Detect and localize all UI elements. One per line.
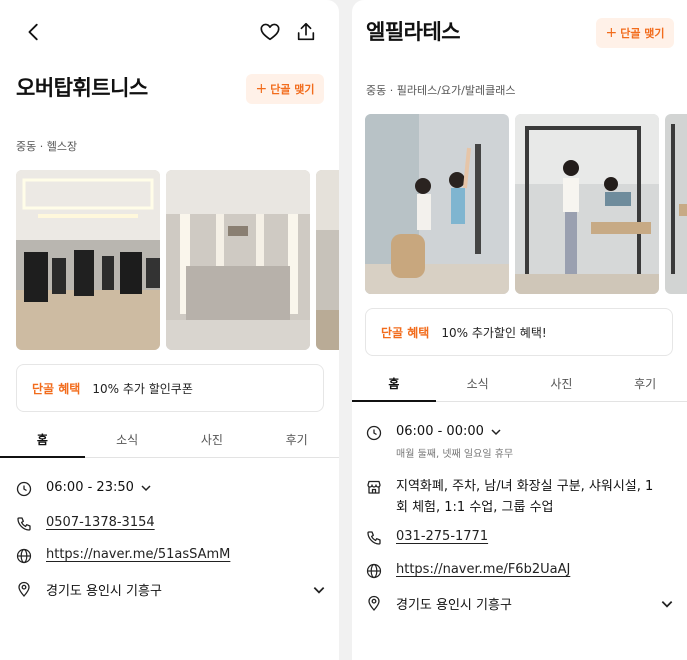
tab-photos[interactable]: 사진 bbox=[170, 426, 255, 457]
chevron-down-icon[interactable] bbox=[312, 583, 326, 597]
pilates-photo[interactable] bbox=[365, 114, 509, 294]
phone-row[interactable]: 0507-1378-3154 bbox=[16, 515, 155, 532]
reformer-photo[interactable] bbox=[515, 114, 659, 294]
tab-reviews[interactable]: 후기 bbox=[603, 370, 687, 401]
globe-icon bbox=[16, 548, 32, 564]
interior-photo[interactable] bbox=[316, 170, 339, 350]
heart-icon[interactable] bbox=[256, 18, 284, 46]
website-row[interactable]: https://naver.me/F6b2UaAJ bbox=[366, 562, 570, 579]
website-link[interactable]: https://naver.me/51asSAmM bbox=[46, 547, 230, 562]
website-row[interactable]: https://naver.me/51asSAmM bbox=[16, 547, 230, 564]
place-category: 중동 · 필라테스/요가/발레클래스 bbox=[366, 84, 516, 97]
chevron-down-icon[interactable] bbox=[660, 597, 674, 611]
amenities-row: 지역화폐, 주차, 남/녀 화장실 구분, 샤워시설, 1 회 체험, 1:1 … bbox=[366, 476, 653, 518]
address-row[interactable]: 경기도 용인시 기흥구 bbox=[366, 594, 674, 613]
lobby-photo[interactable] bbox=[166, 170, 310, 350]
location-pin-icon bbox=[16, 581, 32, 597]
tab-news[interactable]: 소식 bbox=[85, 426, 170, 457]
chevron-down-icon[interactable] bbox=[490, 426, 502, 438]
studio-photo[interactable] bbox=[665, 114, 687, 294]
chevron-down-icon[interactable] bbox=[140, 482, 152, 494]
regular-customer-button[interactable]: + 단골 맺기 bbox=[246, 74, 324, 104]
gym-photo[interactable] bbox=[16, 170, 160, 350]
place-title: 엘필라테스 bbox=[366, 20, 461, 44]
place-card-overtop: 오버탑휘트니스 + 단골 맺기 중동 · 헬스장 단골 혜택 10% 추가 할인… bbox=[0, 0, 339, 660]
hours-text: 06:00 - 23:50 bbox=[46, 480, 134, 495]
photo-strip[interactable] bbox=[365, 114, 687, 294]
amenities-line-2: 회 체험, 1:1 수업, 그룹 수업 bbox=[396, 500, 554, 515]
hours-text: 06:00 - 00:00 bbox=[396, 424, 484, 439]
phone-row[interactable]: 031-275-1771 bbox=[366, 529, 488, 546]
back-icon[interactable] bbox=[20, 18, 48, 46]
globe-icon bbox=[366, 563, 382, 579]
place-card-elpilates: 엘필라테스 + 단골 맺기 중동 · 필라테스/요가/발레클래스 단골 혜택 1… bbox=[352, 0, 687, 660]
clock-icon bbox=[366, 425, 382, 441]
amenities-line-1: 지역화폐, 주차, 남/녀 화장실 구분, 샤워시설, 1 bbox=[396, 479, 654, 494]
phone-icon bbox=[366, 530, 382, 546]
plus-icon: + bbox=[605, 25, 618, 41]
tab-bar: 홈 소식 사진 후기 bbox=[352, 370, 687, 402]
photo-strip[interactable] bbox=[16, 170, 339, 350]
hours-note: 매월 둘째, 넷째 일요일 휴무 bbox=[396, 449, 514, 460]
hours-row[interactable]: 06:00 - 23:50 bbox=[16, 480, 152, 497]
tab-news[interactable]: 소식 bbox=[436, 370, 520, 401]
location-pin-icon bbox=[366, 595, 382, 611]
tab-home[interactable]: 홈 bbox=[352, 370, 436, 402]
plus-icon: + bbox=[255, 81, 268, 97]
regular-customer-button[interactable]: + 단골 맺기 bbox=[596, 18, 674, 48]
store-icon bbox=[366, 479, 382, 495]
phone-link[interactable]: 0507-1378-3154 bbox=[46, 515, 155, 530]
address-row[interactable]: 경기도 용인시 기흥구 bbox=[16, 580, 326, 599]
address-text: 경기도 용인시 기흥구 bbox=[46, 584, 162, 599]
regular-benefit-box[interactable]: 단골 혜택 10% 추가할인 혜택! bbox=[365, 308, 673, 356]
benefit-text: 10% 추가 할인쿠폰 bbox=[92, 381, 193, 396]
tab-home[interactable]: 홈 bbox=[0, 426, 85, 458]
tab-photos[interactable]: 사진 bbox=[520, 370, 604, 401]
benefit-label: 단골 혜택 bbox=[381, 325, 430, 340]
place-category: 중동 · 헬스장 bbox=[16, 140, 78, 153]
phone-link[interactable]: 031-275-1771 bbox=[396, 529, 488, 544]
regular-button-label: 단골 맺기 bbox=[270, 83, 315, 96]
regular-button-label: 단골 맺기 bbox=[620, 27, 665, 40]
regular-benefit-box[interactable]: 단골 혜택 10% 추가 할인쿠폰 bbox=[16, 364, 324, 412]
website-link[interactable]: https://naver.me/F6b2UaAJ bbox=[396, 562, 570, 577]
address-text: 경기도 용인시 기흥구 bbox=[396, 598, 512, 613]
benefit-label: 단골 혜택 bbox=[32, 381, 81, 396]
tab-reviews[interactable]: 후기 bbox=[254, 426, 339, 457]
tab-bar: 홈 소식 사진 후기 bbox=[0, 426, 339, 458]
phone-icon bbox=[16, 516, 32, 532]
clock-icon bbox=[16, 481, 32, 497]
hours-row[interactable]: 06:00 - 00:00 매월 둘째, 넷째 일요일 휴무 bbox=[366, 424, 513, 460]
place-title: 오버탑휘트니스 bbox=[16, 76, 148, 100]
share-icon[interactable] bbox=[292, 18, 320, 46]
benefit-text: 10% 추가할인 혜택! bbox=[441, 325, 547, 340]
